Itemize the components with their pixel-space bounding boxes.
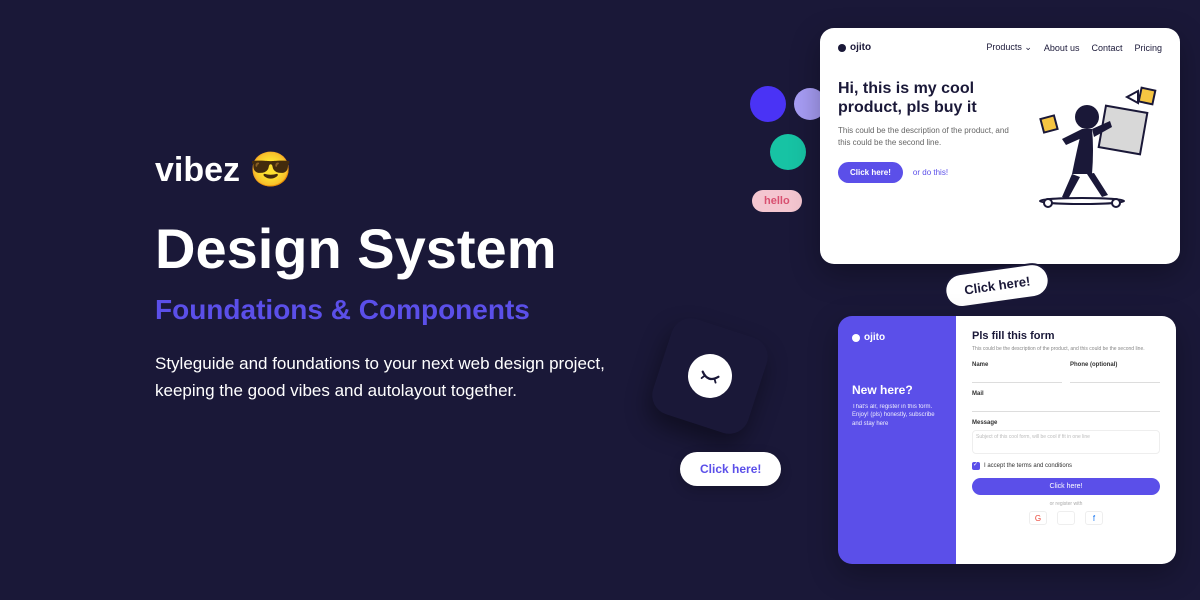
label-mail: Mail xyxy=(972,391,1160,397)
terms-label: I accept the terms and conditions xyxy=(984,463,1072,469)
nav-products[interactable]: Products ⌄ xyxy=(986,42,1032,53)
input-phone[interactable] xyxy=(1070,371,1160,383)
nav-pricing[interactable]: Pricing xyxy=(1134,43,1162,53)
social-facebook[interactable]: f xyxy=(1085,511,1103,525)
nav-about[interactable]: About us xyxy=(1044,43,1080,53)
social-apple[interactable] xyxy=(1057,511,1075,525)
callout-bubble-2[interactable]: Click here! xyxy=(680,452,781,486)
label-name: Name xyxy=(972,362,1062,368)
submit-button[interactable]: Click here! xyxy=(972,478,1160,495)
side-heading: New here? xyxy=(852,383,942,397)
icon-tile xyxy=(647,313,773,439)
hero-cta-button[interactable]: Click here! xyxy=(838,162,903,183)
hero-cta-link[interactable]: or do this! xyxy=(913,168,948,177)
form-desc: This could be the description of the pro… xyxy=(972,346,1160,352)
social-google[interactable]: G xyxy=(1029,511,1047,525)
label-phone: Phone (optional) xyxy=(1070,362,1160,368)
hero-title: Hi, this is my cool product, pls buy it xyxy=(838,79,1020,117)
brand-logo: vibez 😎 xyxy=(155,150,655,190)
swatch-accent xyxy=(750,86,786,122)
hero-desc: This could be the description of the pro… xyxy=(838,125,1020,147)
mockup-form-card: ojito New here? That's alr, register in … xyxy=(838,316,1176,564)
mockup-landing-card: ojito Products ⌄ About us Contact Pricin… xyxy=(820,28,1180,264)
label-message: Message xyxy=(972,420,1160,426)
description: Styleguide and foundations to your next … xyxy=(155,350,655,404)
hero-illustration xyxy=(1032,79,1162,209)
or-divider: or register with xyxy=(972,501,1160,507)
mock-logo: ojito xyxy=(838,42,871,53)
terms-checkbox[interactable] xyxy=(972,462,980,470)
input-message[interactable]: Subject of this cool form, will be cool … xyxy=(972,430,1160,454)
eye-closed-icon xyxy=(696,362,724,390)
callout-bubble-1[interactable]: Click here! xyxy=(942,261,1052,310)
tag-pill: hello xyxy=(752,190,802,212)
input-mail[interactable] xyxy=(972,400,1160,412)
form-logo: ojito xyxy=(852,332,942,343)
side-desc: That's alr, register in this form. Enjoy… xyxy=(852,403,942,428)
input-name[interactable] xyxy=(972,371,1062,383)
swatch-teal xyxy=(770,134,806,170)
main-title: Design System xyxy=(155,218,655,280)
subtitle: Foundations & Components xyxy=(155,294,655,326)
form-title: Pls fill this form xyxy=(972,330,1160,342)
nav-contact[interactable]: Contact xyxy=(1091,43,1122,53)
